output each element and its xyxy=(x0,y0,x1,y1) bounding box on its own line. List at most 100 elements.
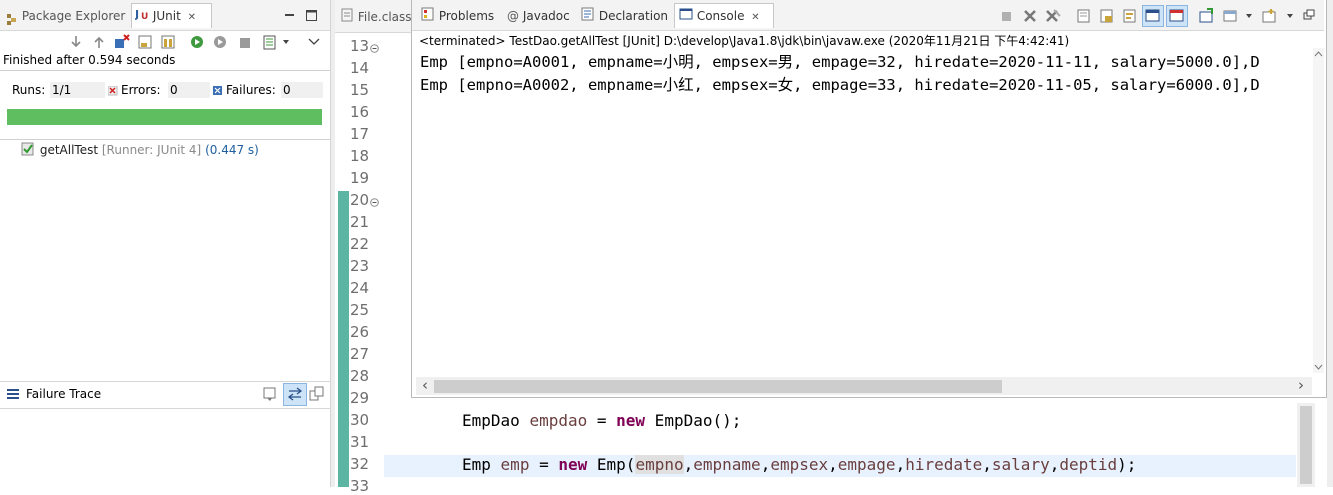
restore-view-icon[interactable] xyxy=(1302,9,1318,25)
keyword-new: new xyxy=(616,411,646,430)
line-number: 25 xyxy=(350,301,370,319)
line-number: 19 xyxy=(350,169,370,187)
rerun-failures-icon[interactable] xyxy=(213,34,229,50)
tab-console-label: Console xyxy=(696,9,745,23)
rerun-test-icon[interactable] xyxy=(190,34,206,50)
line-number: 29 xyxy=(350,389,370,407)
tab-problems-label: Problems xyxy=(438,9,495,23)
tab-javadoc[interactable]: @ Javadoc xyxy=(507,4,570,28)
remove-all-terminated-icon[interactable] xyxy=(1045,8,1061,24)
comma: , xyxy=(828,455,838,474)
layout-icon[interactable] xyxy=(160,34,176,50)
show-console-on-stdout-icon[interactable] xyxy=(1142,5,1164,27)
declaration-icon xyxy=(581,5,595,29)
window-edge xyxy=(1327,0,1333,487)
terminate-icon[interactable] xyxy=(999,9,1015,25)
package-explorer-icon xyxy=(6,10,18,25)
line-number: 16 xyxy=(350,103,370,121)
scroll-left-icon[interactable]: ‹ xyxy=(422,376,428,394)
display-selected-console-icon[interactable] xyxy=(1222,8,1238,24)
quick-diff-ruler xyxy=(338,191,349,487)
console-vertical-scrollbar[interactable] xyxy=(1313,48,1324,373)
type-name: EmpDao xyxy=(462,411,520,430)
clear-console-icon[interactable] xyxy=(1076,8,1092,24)
chevron-down-icon[interactable] xyxy=(1284,10,1300,26)
failure-trace-icon xyxy=(6,388,20,403)
test-run-history-icon[interactable] xyxy=(262,34,278,50)
statement-end: ); xyxy=(1117,455,1137,474)
next-failure-icon[interactable] xyxy=(68,34,84,50)
arg-empno: empno xyxy=(635,455,684,474)
line-number: 24 xyxy=(350,279,370,297)
tab-junit[interactable]: JU JUnit ✕ xyxy=(131,3,212,28)
line-number: 30 xyxy=(350,411,370,429)
line-number: 26 xyxy=(350,323,370,341)
constructor-call: EmpDao(); xyxy=(645,411,742,430)
scroll-arrows xyxy=(1314,51,1323,370)
code-line-32[interactable]: Emp emp = new Emp(empno,empname,empsex,e… xyxy=(462,455,1136,474)
line-number: 22 xyxy=(350,235,370,253)
tab-package-explorer[interactable]: Package Explorer xyxy=(6,4,125,28)
failures-value: 0 xyxy=(281,82,323,98)
runs-value: 1/1 xyxy=(50,82,105,98)
line-number: 15 xyxy=(350,81,370,99)
compare-result-icon[interactable] xyxy=(283,383,307,406)
chevron-down-icon[interactable] xyxy=(280,36,296,52)
console-output-line: Emp [empno=A0001, empname=小明, empsex=男, … xyxy=(420,53,1260,71)
tab-file-class[interactable]: File.class xyxy=(340,5,412,29)
divider xyxy=(0,139,330,140)
type-name: Emp xyxy=(462,455,491,474)
test-tree-item[interactable]: getAllTest [Runner: JUnit 4] (0.447 s) xyxy=(20,142,259,159)
svg-text:U: U xyxy=(141,12,148,21)
line-number: 17 xyxy=(350,125,370,143)
show-console-on-stderr-icon[interactable] xyxy=(1166,5,1188,27)
failure-icon xyxy=(213,85,223,99)
code-line-30[interactable]: EmpDao empdao = new EmpDao(); xyxy=(462,411,741,430)
stop-icon[interactable] xyxy=(238,36,254,52)
arg-deptid: deptid xyxy=(1059,455,1118,474)
junit-status-text: Finished after 0.594 seconds xyxy=(3,53,176,67)
open-console-icon[interactable] xyxy=(1261,8,1277,24)
tab-declaration[interactable]: Declaration xyxy=(581,4,668,28)
editor-scroll-thumb[interactable] xyxy=(1300,406,1312,484)
test-name: getAllTest xyxy=(39,143,99,157)
previous-failure-icon[interactable] xyxy=(91,34,107,50)
minimize-icon[interactable] xyxy=(282,8,298,24)
tab-console[interactable]: Console ✕ xyxy=(674,3,774,28)
console-scroll-thumb[interactable] xyxy=(434,380,1002,393)
close-icon[interactable]: ✕ xyxy=(751,12,759,23)
chevron-down-icon[interactable] xyxy=(1243,10,1259,26)
errors-label: Errors: xyxy=(121,83,161,97)
scroll-lock-icon[interactable] xyxy=(137,34,153,50)
line-number: 27 xyxy=(350,345,370,363)
fold-collapse-icon[interactable] xyxy=(370,196,379,210)
view-menu-icon[interactable] xyxy=(306,34,322,50)
fold-collapse-icon[interactable] xyxy=(370,42,379,56)
problems-icon xyxy=(421,5,435,29)
tab-declaration-label: Declaration xyxy=(598,9,669,23)
tab-problems[interactable]: Problems xyxy=(421,4,494,28)
pin-console-icon[interactable] xyxy=(1198,8,1214,24)
show-failures-only-icon[interactable] xyxy=(114,34,130,50)
console-launch-description: <terminated> TestDao.getAllTest [JUnit] … xyxy=(419,34,1070,48)
class-file-icon xyxy=(340,6,354,30)
copy-trace-icon[interactable] xyxy=(309,386,325,402)
remove-launch-icon[interactable] xyxy=(1022,8,1038,24)
failures-label: Failures: xyxy=(226,83,276,97)
assign-op: = xyxy=(587,411,617,430)
tab-javadoc-label: Javadoc xyxy=(522,9,570,23)
close-icon[interactable]: ✕ xyxy=(188,12,196,23)
maximize-icon[interactable] xyxy=(304,8,320,24)
junit-view xyxy=(0,0,330,487)
scroll-right-icon[interactable]: › xyxy=(1298,376,1304,394)
local-variable: emp xyxy=(500,455,530,474)
comma: , xyxy=(982,455,992,474)
filter-stack-trace-icon[interactable] xyxy=(262,386,278,402)
progress-bar xyxy=(7,109,322,125)
word-wrap-icon[interactable] xyxy=(1122,8,1138,24)
scroll-lock-icon[interactable] xyxy=(1099,8,1115,24)
junit-icon: JU xyxy=(134,5,149,29)
console-output-line: Emp [empno=A0002, empname=小红, empsex=女, … xyxy=(420,76,1260,94)
constructor-call: Emp( xyxy=(587,455,636,474)
line-number: 18 xyxy=(350,147,370,165)
